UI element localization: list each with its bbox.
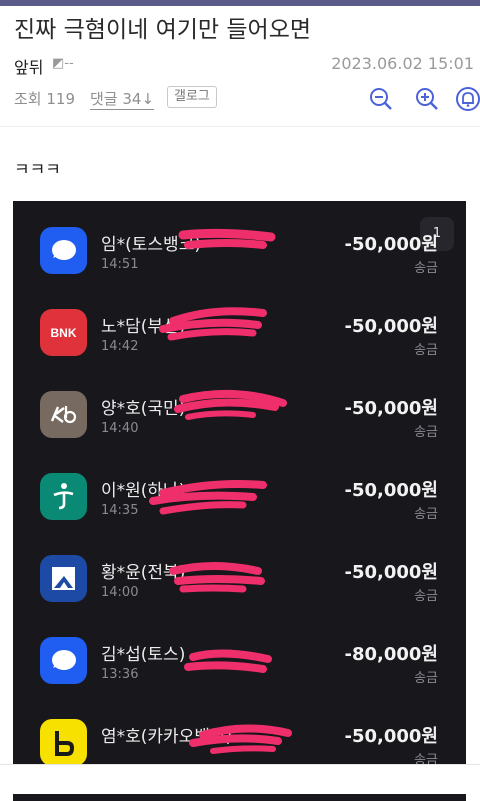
transaction-time: 14:35 xyxy=(101,503,139,518)
transaction-time: 14:40 xyxy=(101,421,139,436)
transaction-amount: -50,000원 xyxy=(344,726,439,747)
transaction-row: 이*원(하나) 14:35 -50,000원 송금 xyxy=(13,447,466,529)
post-body-text: ㅋㅋㅋ xyxy=(14,160,61,180)
toss-bank-icon xyxy=(40,227,87,274)
transaction-type: 송금 xyxy=(414,507,438,522)
author-row: 앞뒤 ◩-- 2023.06.02 15:01 xyxy=(14,54,474,78)
divider xyxy=(0,126,480,127)
transaction-amount: -80,000원 xyxy=(344,644,439,665)
transaction-time: 14:51 xyxy=(101,257,139,272)
comment-count-link[interactable]: 댓글 34↓ xyxy=(90,88,155,110)
jb-bank-icon xyxy=(40,555,87,602)
transaction-row: 황*윤(전북) 14:00 -50,000원 송금 xyxy=(13,529,466,611)
kakao-bank-icon xyxy=(40,719,87,766)
view-count: 조회 119 xyxy=(14,90,75,108)
recipient-name: 황*윤(전북) xyxy=(101,563,186,583)
svg-text:BNK: BNK xyxy=(51,326,77,340)
transaction-amount: -50,000원 xyxy=(344,398,439,419)
transaction-row: 양*호(국민) 14:40 -50,000원 송금 xyxy=(13,365,466,447)
recipient-name: 이*원(하나) xyxy=(101,481,186,501)
transaction-time: 14:42 xyxy=(101,339,139,354)
transaction-row: BNK 노*담(부산) 14:42 -50,000원 송금 xyxy=(13,283,466,365)
transaction-row: 염*호(카카오뱅크) -50,000원 송금 xyxy=(13,693,466,775)
post-date: 2023.06.02 15:01 xyxy=(331,54,474,73)
transaction-type: 송금 xyxy=(414,425,438,440)
transaction-type: 송금 xyxy=(414,671,438,686)
transaction-amount: -50,000원 xyxy=(344,562,439,583)
author-name[interactable]: 앞뒤 xyxy=(14,54,43,78)
transaction-row: 김*섭(토스) 13:36 -80,000원 송금 xyxy=(13,611,466,693)
post-title: 진짜 극혐이네 여기만 들어오면 xyxy=(14,17,312,43)
transaction-type: 송금 xyxy=(414,343,438,358)
transaction-amount: -50,000원 xyxy=(344,316,439,337)
recipient-name: 염*호(카카오뱅크) xyxy=(101,727,233,747)
recipient-name: 양*호(국민) xyxy=(101,399,186,419)
zoom-in-icon[interactable] xyxy=(414,86,440,112)
status-bar xyxy=(0,0,480,6)
meta-row: 조회 119 댓글 34↓ 갤로그 xyxy=(14,86,480,112)
bnk-bank-icon: BNK xyxy=(40,309,87,356)
zoom-out-icon[interactable] xyxy=(368,86,394,112)
recipient-name: 임*(토스뱅크) xyxy=(101,235,201,255)
transaction-type: 송금 xyxy=(414,589,438,604)
transaction-time: 14:00 xyxy=(101,585,139,600)
toss-bank-icon xyxy=(40,637,87,684)
attached-screenshot[interactable]: 1 임*(토스뱅크) 14:51 -50,000원 송금 BNK 노*담(부산)… xyxy=(13,201,466,801)
user-badge-icon: ◩ xyxy=(52,56,65,71)
comment-bar[interactable] xyxy=(0,764,480,794)
recipient-name: 김*섭(토스) xyxy=(101,645,186,665)
hana-bank-icon xyxy=(40,473,87,520)
transaction-time: 13:36 xyxy=(101,667,139,682)
gallog-button[interactable]: 갤로그 xyxy=(167,86,217,108)
kb-bank-icon xyxy=(40,391,87,438)
arrow-down-icon: ↓ xyxy=(141,90,155,108)
author-badge: ◩-- xyxy=(52,56,74,71)
transaction-row: 임*(토스뱅크) 14:51 -50,000원 송금 xyxy=(13,201,466,283)
bell-icon[interactable] xyxy=(455,86,480,112)
recipient-name: 노*담(부산) xyxy=(101,317,186,337)
transaction-amount: -50,000원 xyxy=(344,234,439,255)
transaction-type: 송금 xyxy=(414,261,438,276)
transaction-amount: -50,000원 xyxy=(344,480,439,501)
